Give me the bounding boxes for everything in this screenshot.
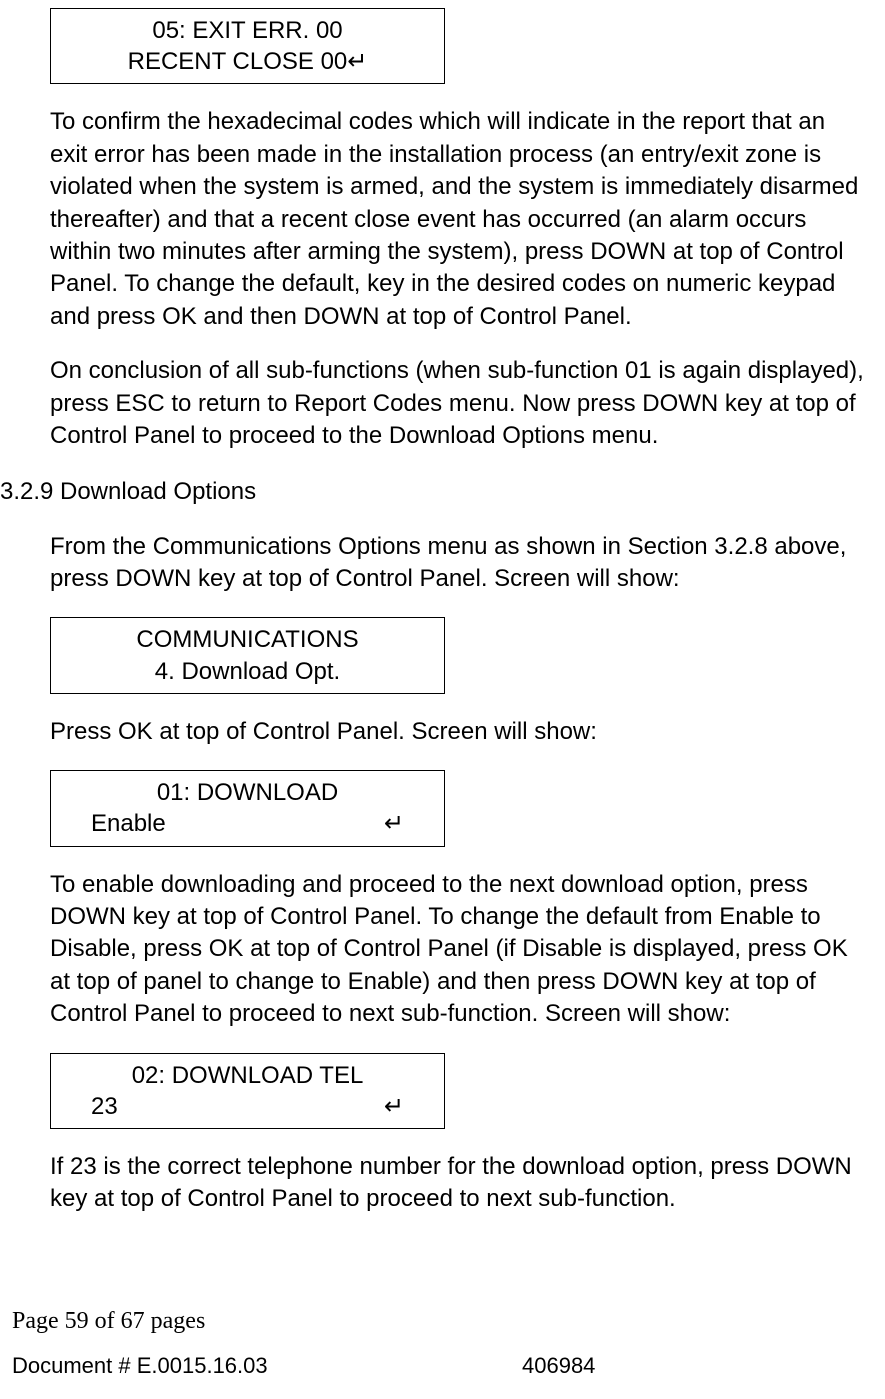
page-number: Page 59 of 67 pages [12, 1305, 873, 1337]
paragraph-enable-download: To enable downloading and proceed to the… [50, 869, 865, 1031]
paragraph-conclusion: On conclusion of all sub-functions (when… [50, 355, 865, 452]
enter-icon: ↵ [384, 1091, 404, 1122]
lcd-line1: 05: EXIT ERR. 00 [63, 15, 432, 46]
document-id: Document # E.0015.16.03 [12, 1351, 522, 1381]
paragraph-press-ok: Press OK at top of Control Panel. Screen… [50, 716, 865, 748]
paragraph-telephone: If 23 is the correct telephone number fo… [50, 1151, 865, 1216]
lcd-left: 23 [91, 1091, 118, 1122]
section-number: 3.2.9 [0, 476, 60, 508]
paragraph-from-comms: From the Communications Options menu as … [50, 531, 865, 596]
lcd-display-exit-err: 05: EXIT ERR. 00 RECENT CLOSE 00↵ [50, 8, 445, 84]
lcd-display-download: 01: DOWNLOAD Enable ↵ [50, 770, 445, 846]
lcd-left: Enable [91, 808, 166, 839]
lcd-line1: 02: DOWNLOAD TEL [63, 1060, 432, 1091]
section-heading: 3.2.9Download Options [0, 476, 865, 508]
lcd-display-communications: COMMUNICATIONS 4. Download Opt. [50, 617, 445, 693]
document-code: 406984 [522, 1351, 595, 1381]
paragraph-exit-err: To confirm the hexadecimal codes which w… [50, 106, 865, 333]
lcd-line2: RECENT CLOSE 00↵ [63, 46, 432, 77]
page-footer: Page 59 of 67 pages Document # E.0015.16… [0, 1305, 885, 1381]
lcd-line2: 4. Download Opt. [63, 656, 432, 687]
lcd-line1: COMMUNICATIONS [63, 624, 432, 655]
enter-icon: ↵ [384, 808, 404, 839]
lcd-display-download-tel: 02: DOWNLOAD TEL 23 ↵ [50, 1053, 445, 1129]
section-title: Download Options [60, 478, 256, 505]
lcd-line1: 01: DOWNLOAD [63, 777, 432, 808]
